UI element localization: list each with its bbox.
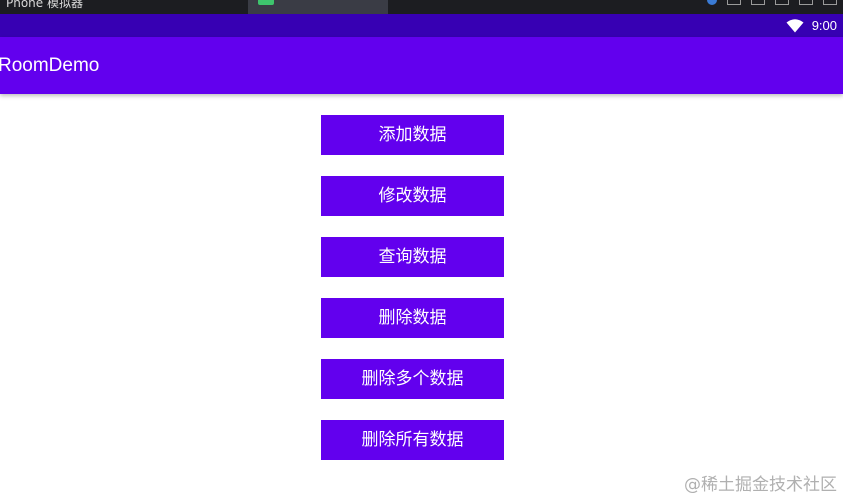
host-tab[interactable]: [248, 0, 388, 14]
screen: Phone 模拟器 9:00 RoomDemo 添加数据 修改数据 查询数据 删…: [0, 0, 843, 498]
app-title: RoomDemo: [0, 55, 100, 76]
query-data-button[interactable]: 查询数据: [321, 237, 504, 277]
status-time: 9:00: [811, 18, 837, 33]
watermark: @稀土掘金技术社区: [684, 475, 837, 495]
host-window-title: Phone 模拟器: [6, 0, 83, 10]
status-bar-right: 9:00: [786, 14, 837, 37]
status-bar: 9:00: [0, 14, 843, 37]
square-icon[interactable]: [799, 0, 813, 5]
delete-all-data-button[interactable]: 删除所有数据: [321, 420, 504, 460]
back-icon[interactable]: [775, 0, 789, 5]
host-tab-icon: [258, 0, 274, 5]
document-icon[interactable]: [751, 0, 765, 5]
delete-multiple-data-button[interactable]: 删除多个数据: [321, 359, 504, 399]
menu-icon[interactable]: [823, 0, 837, 5]
update-data-button[interactable]: 修改数据: [321, 176, 504, 216]
wifi-icon: [786, 18, 804, 32]
record-icon[interactable]: [707, 0, 717, 5]
window-icon[interactable]: [727, 0, 741, 5]
app-bar: RoomDemo: [0, 37, 843, 94]
host-toolbar-icons: [707, 0, 837, 14]
host-window-bar: Phone 模拟器: [0, 0, 843, 14]
delete-data-button[interactable]: 删除数据: [321, 298, 504, 338]
add-data-button[interactable]: 添加数据: [321, 115, 504, 155]
